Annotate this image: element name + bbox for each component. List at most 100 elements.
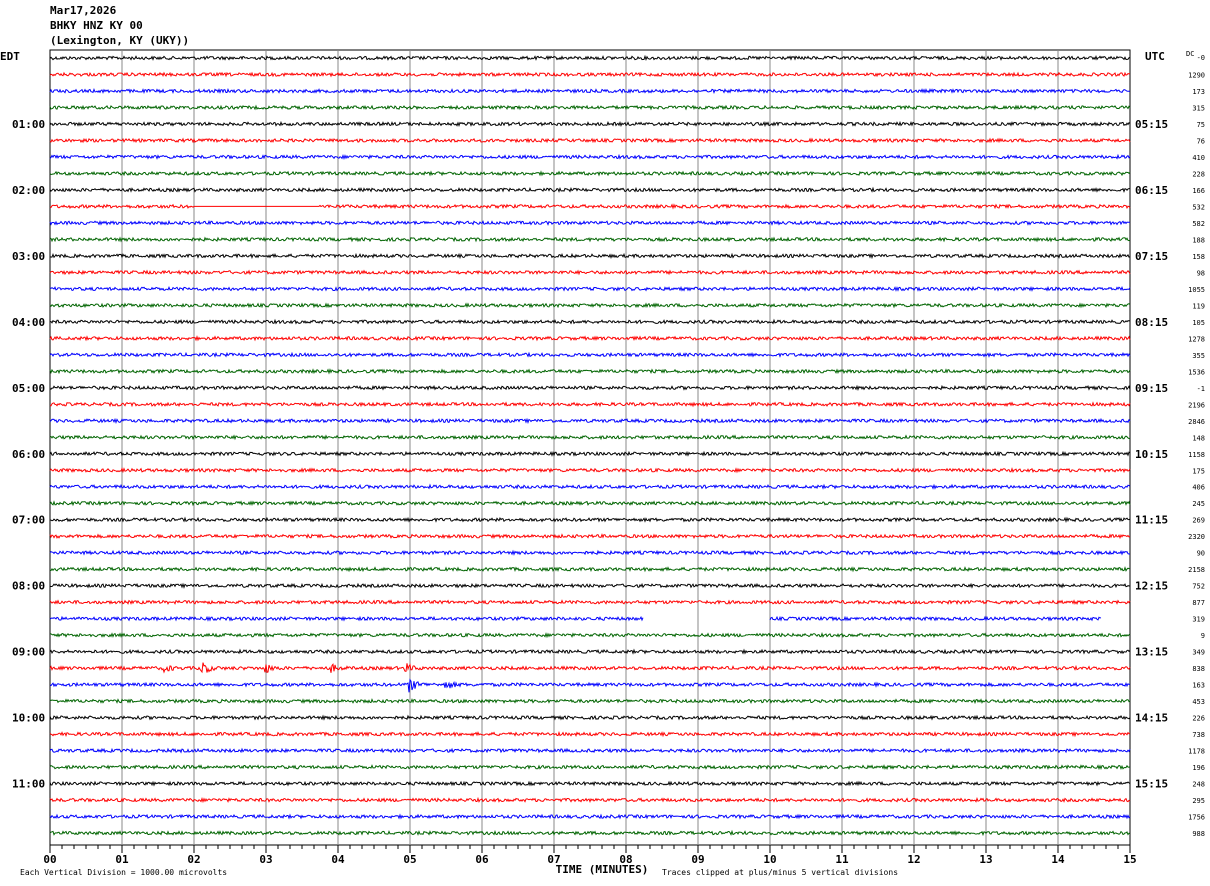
right-hour-label: 15:15: [1135, 778, 1168, 791]
seismic-trace: [49, 747, 1131, 754]
dc-offset-value: 1178: [1188, 748, 1205, 756]
right-hour-label: 08:15: [1135, 316, 1168, 329]
dc-offset-value: 532: [1192, 203, 1205, 211]
dc-offset-value: 163: [1192, 682, 1205, 690]
seismic-trace: [769, 615, 1102, 622]
x-tick-label: 11: [835, 853, 849, 866]
left-hour-label: 06:00: [12, 448, 45, 461]
dc-offset-value: 877: [1192, 599, 1205, 607]
plot-frame: [49, 49, 1131, 846]
x-tick-label: 13: [979, 853, 992, 866]
left-hour-label: 11:00: [12, 778, 45, 791]
seismic-trace: [49, 71, 1131, 78]
seismic-trace: [49, 203, 1131, 210]
seismic-trace: [49, 335, 1131, 342]
right-hour-label: 14:15: [1135, 712, 1168, 725]
seismic-trace: [49, 417, 1131, 425]
left-hour-label: 02:00: [12, 184, 45, 197]
left-hour-label: 05:00: [12, 382, 45, 395]
dc-offset-value: 319: [1192, 616, 1205, 624]
seismic-trace: [49, 698, 1131, 705]
dc-offset-value: 196: [1192, 764, 1205, 772]
x-tick-label: 09: [691, 853, 704, 866]
dc-offset-value: 76: [1197, 137, 1205, 145]
footer-scale-note: Each Vertical Division = 1000.00 microvo…: [20, 868, 227, 877]
right-hour-label: 06:15: [1135, 184, 1168, 197]
footer-clip-note: Traces clipped at plus/minus 5 vertical …: [662, 868, 898, 877]
seismic-trace: [49, 813, 1131, 820]
seismic-trace: [49, 252, 1131, 260]
seismic-trace: [49, 764, 1131, 771]
seismic-trace: [49, 318, 1131, 325]
x-axis-title: TIME (MINUTES): [556, 863, 649, 876]
dc-offset-value: 226: [1192, 715, 1205, 723]
x-tick-label: 10: [763, 853, 776, 866]
seismic-trace: [49, 516, 1131, 523]
x-tick-label: 12: [907, 853, 920, 866]
seismic-trace: [49, 467, 1131, 474]
seismic-trace: [49, 731, 1131, 738]
seismic-trace: [49, 662, 1131, 674]
seismic-trace: [49, 829, 1131, 837]
dc-offset-value: 105: [1192, 319, 1205, 327]
seismic-trace: [49, 401, 1131, 408]
seismic-trace: [49, 450, 1131, 457]
seismic-trace: [49, 599, 1131, 606]
dc-offset-value: 738: [1192, 731, 1205, 739]
seismic-trace: [49, 368, 1131, 375]
seismic-trace: [49, 219, 1131, 226]
dc-offset-value: 9: [1201, 632, 1205, 640]
seismic-trace: [49, 104, 1131, 111]
dc-offset-value: 228: [1192, 170, 1205, 178]
dc-offset-value: 355: [1192, 352, 1205, 360]
dc-offset-value: 2196: [1188, 401, 1205, 409]
x-tick-label: 01: [115, 853, 129, 866]
seismic-trace: [49, 678, 1131, 693]
x-tick-label: 02: [187, 853, 200, 866]
seismic-trace: [49, 269, 1131, 276]
dc-offset-value: 2158: [1188, 566, 1205, 574]
x-tick-label: 03: [259, 853, 272, 866]
seismic-trace: [49, 87, 1131, 95]
seismic-trace: [49, 186, 1130, 193]
seismic-trace: [49, 796, 1131, 804]
seismic-trace: [49, 533, 1131, 540]
right-hour-label: 13:15: [1135, 646, 1168, 659]
dc-offset-value: 582: [1192, 220, 1205, 228]
seismic-trace: [49, 54, 1131, 62]
dc-offset-value: 410: [1192, 154, 1205, 162]
dc-offset-value: 2846: [1188, 418, 1205, 426]
dc-offset-value: 166: [1192, 187, 1205, 195]
dc-offset-value: 245: [1192, 500, 1205, 508]
seismic-trace: [49, 582, 1131, 589]
seismic-trace: [49, 285, 1131, 292]
seismic-trace: [49, 434, 1131, 441]
seismic-trace: [49, 170, 1131, 177]
x-tick-label: 14: [1051, 853, 1065, 866]
seismic-trace: [49, 780, 1131, 787]
left-hour-label: 09:00: [12, 646, 45, 659]
dc-offset-value: 453: [1192, 698, 1205, 706]
left-hour-label: 07:00: [12, 514, 45, 527]
dc-offset-value: -0: [1197, 54, 1205, 62]
seismic-trace: [49, 302, 1131, 309]
dc-offset-value: 752: [1192, 583, 1205, 591]
left-hour-label: 10:00: [12, 712, 45, 725]
seismic-trace: [49, 153, 1131, 161]
seismic-trace: [49, 566, 1131, 573]
dc-offset-value: 2320: [1188, 533, 1205, 541]
dc-offset-value: 988: [1192, 830, 1205, 838]
right-axis-label: UTC: [1145, 50, 1165, 63]
x-tick-label: 15: [1123, 853, 1136, 866]
dc-offset-value: 838: [1192, 665, 1205, 673]
dc-offset-value: 188: [1192, 236, 1205, 244]
seismic-trace: [49, 631, 1131, 639]
dc-offset-value: -1: [1197, 385, 1205, 393]
dc-offset-value: 98: [1197, 269, 1205, 277]
x-tick-label: 00: [43, 853, 56, 866]
seismic-trace: [49, 351, 1131, 358]
dc-offset-value: 248: [1192, 781, 1205, 789]
dc-offset-value: 1536: [1188, 368, 1205, 376]
seismic-trace: [49, 483, 1131, 490]
dc-offset-value: 1278: [1188, 335, 1205, 343]
